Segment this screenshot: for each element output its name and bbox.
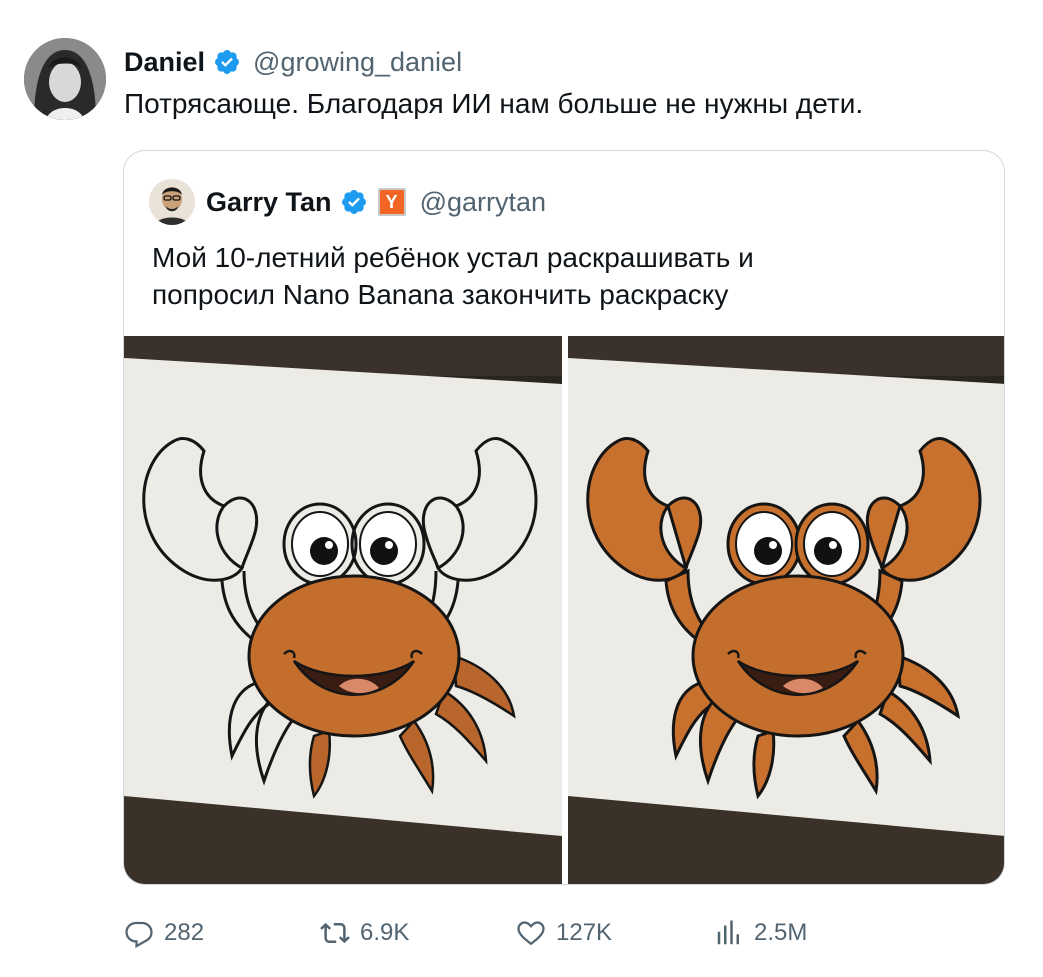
- author-handle[interactable]: @growing_daniel: [253, 47, 462, 78]
- verified-badge-icon: [340, 188, 368, 216]
- quoted-tweet-header: Garry Tan Y @garrytan: [206, 182, 546, 222]
- reply-count: 282: [164, 919, 205, 946]
- reply-button[interactable]: 282: [124, 912, 204, 954]
- quoted-tweet-text: Мой 10-летний ребёнок устал раскрашивать…: [152, 239, 972, 313]
- repost-icon: [320, 922, 350, 944]
- crab-coloring-complete-image[interactable]: [568, 336, 1004, 884]
- reply-icon: [125, 921, 153, 948]
- tweet-header: Daniel @growing_daniel: [124, 42, 462, 82]
- quoted-tweet-text-line: попросил Nano Banana закончить раскраску: [152, 279, 729, 310]
- views-button[interactable]: 2.5M: [714, 912, 807, 954]
- like-button[interactable]: 127K: [516, 912, 612, 954]
- affiliate-badge-icon[interactable]: Y: [377, 188, 406, 216]
- media-grid: [124, 336, 1004, 884]
- quoted-tweet[interactable]: Garry Tan Y @garrytan Мой 10-летний ребё…: [123, 150, 1005, 885]
- author-name[interactable]: Daniel: [124, 47, 205, 78]
- crab-coloring-partial-image[interactable]: [124, 336, 562, 884]
- quoted-tweet-text-line: Мой 10-летний ребёнок устал раскрашивать…: [152, 242, 754, 273]
- quoted-author-name[interactable]: Garry Tan: [206, 187, 332, 218]
- tweet-text: Потрясающе. Благодаря ИИ нам больше не н…: [124, 88, 864, 119]
- author-avatar[interactable]: [24, 38, 106, 120]
- views-count: 2.5M: [754, 919, 808, 946]
- repost-count: 6.9K: [360, 919, 410, 946]
- like-count: 127K: [556, 919, 613, 946]
- analytics-icon: [717, 920, 739, 945]
- tweet-actions: 282 6.9K 127K 2.5M: [124, 912, 1004, 954]
- repost-button[interactable]: 6.9K: [320, 912, 409, 954]
- verified-badge-icon: [213, 48, 241, 76]
- quoted-author-avatar[interactable]: [149, 179, 195, 225]
- quoted-author-handle[interactable]: @garrytan: [420, 187, 546, 218]
- heart-icon: [517, 921, 545, 946]
